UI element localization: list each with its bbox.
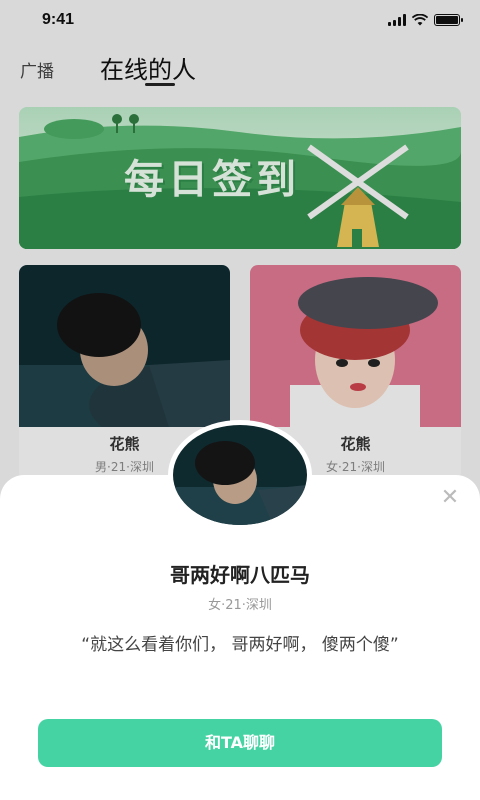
close-icon[interactable]: ✕ bbox=[440, 487, 460, 509]
profile-quote: “就这么看着你们， 哥两好啊， 傻两个傻” bbox=[81, 635, 399, 655]
profile-name: 哥两好啊八匹马 bbox=[170, 563, 310, 587]
profile-meta: 女·21·深圳 bbox=[208, 598, 272, 613]
avatar-image bbox=[173, 425, 307, 525]
chat-with-ta-button[interactable]: 和TA聊聊 bbox=[38, 719, 442, 767]
avatar[interactable] bbox=[168, 420, 312, 530]
